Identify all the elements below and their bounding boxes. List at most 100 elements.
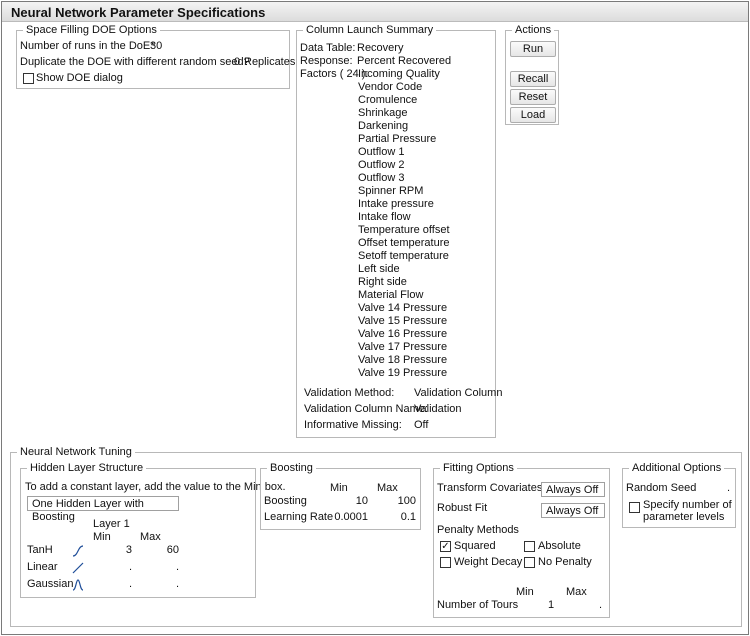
factor-item: Setoff temperature <box>358 250 449 262</box>
group-legend: Boosting <box>267 462 316 475</box>
min-header: Min <box>93 531 111 543</box>
group-legend: Hidden Layer Structure <box>27 462 147 475</box>
factor-item: Vendor Code <box>358 81 423 93</box>
validation-label: Validation Column Name: <box>304 403 428 415</box>
factor-item: Temperature offset <box>358 224 450 236</box>
activation-label: Gaussian <box>27 578 74 590</box>
specify-levels-label-2: parameter levels <box>643 511 725 523</box>
min-header: Min <box>330 482 348 494</box>
penalty-checkbox-weight-decay[interactable] <box>440 557 451 568</box>
validation-label: Informative Missing: <box>304 419 402 431</box>
group-legend: Column Launch Summary <box>303 24 437 37</box>
group-legend: Actions <box>512 24 555 37</box>
data-table-label: Data Table: <box>300 42 356 54</box>
penalty-methods-label: Penalty Methods <box>437 524 519 536</box>
run-button[interactable]: Run <box>510 41 556 57</box>
recall-button[interactable]: Recall <box>510 71 556 87</box>
penalty-checkbox-absolute[interactable] <box>524 541 535 552</box>
group-legend: Space Filling DOE Options <box>23 24 160 37</box>
factor-item: Valve 17 Pressure <box>358 341 448 353</box>
max-header: Max <box>566 586 587 598</box>
boosting-min-input[interactable]: 0.0001 <box>320 511 368 523</box>
number-of-tours-label: Number of Tours <box>437 599 519 611</box>
factor-item: Valve 14 Pressure <box>358 302 448 314</box>
group-legend: Neural Network Tuning <box>17 446 135 459</box>
layer-max-input[interactable]: 60 <box>145 544 179 556</box>
factor-item: Shrinkage <box>358 107 408 119</box>
tours-min-input[interactable]: 1 <box>548 599 554 611</box>
random-seed-label: Random Seed <box>626 482 697 494</box>
validation-value: Validation Column <box>414 387 503 399</box>
runs-value[interactable]: 30 <box>150 40 162 52</box>
factor-item: Spinner RPM <box>358 185 424 197</box>
penalty-checkbox-squared[interactable]: ✓ <box>440 541 451 552</box>
linear-line-icon <box>72 561 84 575</box>
transform-covariates-label: Transform Covariates <box>437 482 543 494</box>
factor-item: Right side <box>358 276 407 288</box>
show-doe-dialog-checkbox[interactable] <box>23 73 34 84</box>
layer-min-input[interactable]: . <box>100 561 132 573</box>
load-button[interactable]: Load <box>510 107 556 123</box>
show-doe-dialog-label: Show DOE dialog <box>36 72 123 84</box>
specify-levels-label: Specify number of <box>643 499 732 511</box>
layer-min-input[interactable]: . <box>100 578 132 590</box>
factor-item: Outflow 2 <box>358 159 405 171</box>
factor-item: Valve 15 Pressure <box>358 315 448 327</box>
factor-item: Darkening <box>358 120 409 132</box>
layer-max-input[interactable]: . <box>145 578 179 590</box>
layer-max-input[interactable]: . <box>145 561 179 573</box>
factor-item: Offset temperature <box>358 237 450 249</box>
validation-value: Validation <box>414 403 462 415</box>
specify-levels-checkbox[interactable] <box>629 502 640 513</box>
factor-item: Valve 16 Pressure <box>358 328 448 340</box>
max-header: Max <box>377 482 398 494</box>
factor-item: Outflow 1 <box>358 146 405 158</box>
boosting-min-input[interactable]: 10 <box>320 495 368 507</box>
factor-item: Intake pressure <box>358 198 434 210</box>
factor-item: Incoming Quality <box>358 68 440 80</box>
hidden-layer-structure-select[interactable]: One Hidden Layer with Boosting <box>27 496 179 523</box>
penalty-label: Absolute <box>538 540 581 552</box>
runs-label: Number of runs in the DoE* <box>20 40 155 52</box>
factor-item: Intake flow <box>358 211 411 223</box>
factor-item: Material Flow <box>358 289 424 301</box>
penalty-label: Squared <box>454 540 496 552</box>
factor-item: Outflow 3 <box>358 172 405 184</box>
layer-header: Layer 1 <box>93 518 130 530</box>
data-table-value: Recovery <box>357 42 404 54</box>
factor-item: Cromulence <box>358 94 418 106</box>
factor-item: Valve 19 Pressure <box>358 367 448 379</box>
layer-min-input[interactable]: 3 <box>100 544 132 556</box>
duplicate-value[interactable]: 0 <box>234 56 240 68</box>
validation-label: Validation Method: <box>304 387 395 399</box>
max-header: Max <box>140 531 161 543</box>
robust-fit-select[interactable]: Always Off <box>541 503 605 518</box>
validation-value: Off <box>414 419 429 431</box>
tanh-curve-icon <box>72 544 84 558</box>
response-value: Percent Recovered <box>357 55 452 67</box>
min-header: Min <box>516 586 534 598</box>
tours-max-input[interactable]: . <box>599 599 602 611</box>
boosting-max-input[interactable]: 100 <box>380 495 416 507</box>
group-legend: Fitting Options <box>440 462 517 475</box>
group-legend: Additional Options <box>629 462 725 475</box>
penalty-checkbox-no-penalty[interactable] <box>524 557 535 568</box>
activation-label: TanH <box>27 544 53 556</box>
penalty-label: No Penalty <box>538 556 592 568</box>
page-title: Neural Network Parameter Specifications <box>2 2 748 22</box>
transform-covariates-select[interactable]: Always Off <box>541 482 605 497</box>
hidden-layer-hint: To add a constant layer, add the value t… <box>25 481 286 493</box>
activation-label: Linear <box>27 561 58 573</box>
factor-item: Partial Pressure <box>358 133 437 145</box>
reset-button[interactable]: Reset <box>510 89 556 105</box>
boosting-row-label: Boosting <box>264 495 307 507</box>
duplicate-unit: Replicates <box>244 56 296 68</box>
penalty-label: Weight Decay <box>454 556 523 568</box>
random-seed-input[interactable]: . <box>727 482 730 494</box>
boosting-max-input[interactable]: 0.1 <box>380 511 416 523</box>
response-label: Response: <box>300 55 353 67</box>
factor-item: Valve 18 Pressure <box>358 354 448 366</box>
factor-item: Left side <box>358 263 400 275</box>
duplicate-label: Duplicate the DOE with different random … <box>20 56 250 68</box>
gaussian-curve-icon <box>72 578 84 592</box>
